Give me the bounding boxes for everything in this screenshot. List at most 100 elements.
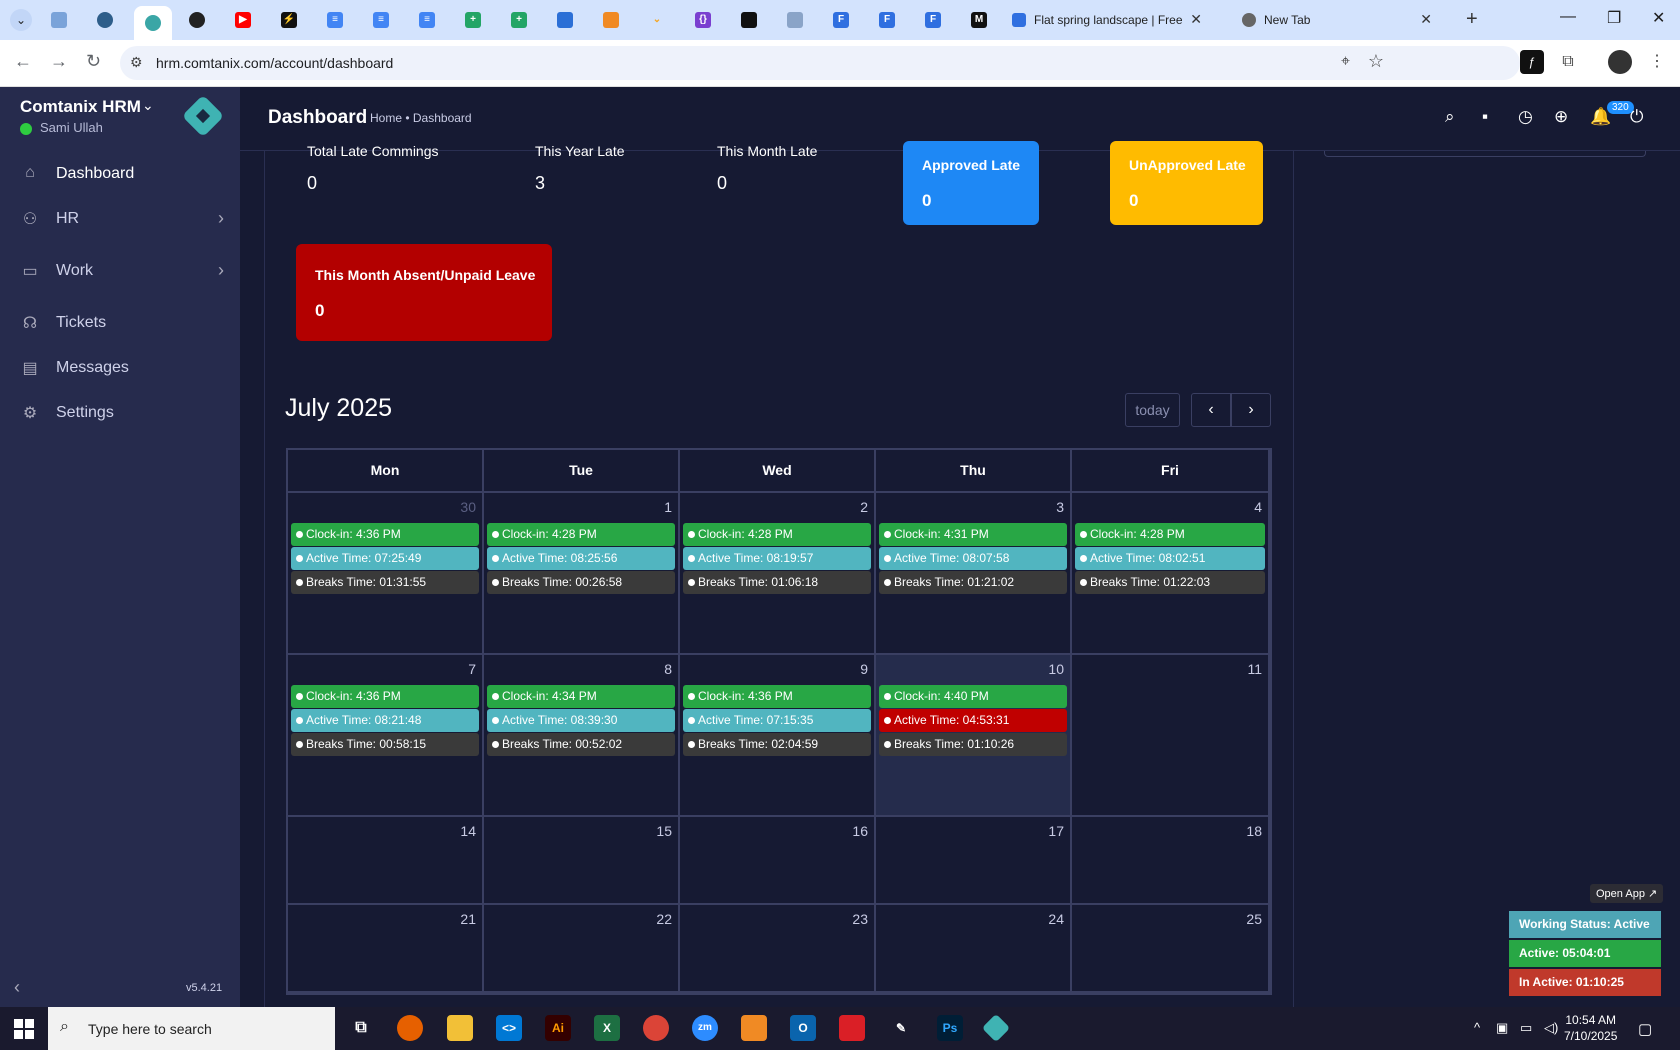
power-icon[interactable]: ⏻: [1630, 107, 1643, 127]
breaks-time-event[interactable]: Breaks Time: 01:06:18: [683, 571, 871, 594]
outlook-icon[interactable]: O: [790, 1015, 816, 1041]
pinned-tab[interactable]: [552, 8, 578, 32]
browser-tab[interactable]: Flat spring landscape | Free V ✕: [1004, 6, 1208, 34]
breaks-time-event[interactable]: Breaks Time: 00:58:15: [291, 733, 479, 756]
calendar-day-cell[interactable]: 24: [876, 905, 1072, 991]
open-app-button[interactable]: Open App ↗: [1590, 884, 1664, 903]
new-tab-icon[interactable]: +: [1466, 8, 1478, 31]
creative-cloud-icon[interactable]: [839, 1015, 865, 1041]
chrome-icon[interactable]: [643, 1015, 669, 1041]
active-time-event[interactable]: Active Time: 08:02:51: [1075, 547, 1265, 570]
windows-start-icon[interactable]: [14, 1019, 34, 1039]
reload-icon[interactable]: ↻: [86, 51, 101, 72]
calendar-day-cell[interactable]: 21: [288, 905, 484, 991]
collapse-sidebar-icon[interactable]: ‹: [14, 977, 20, 998]
back-icon[interactable]: ←: [14, 51, 32, 72]
clock-in-event[interactable]: Clock-in: 4:36 PM: [291, 685, 479, 708]
clock-icon[interactable]: ◷: [1518, 107, 1533, 127]
chevron-down-icon[interactable]: ⌄: [142, 97, 154, 114]
pinned-tab[interactable]: ≡: [322, 8, 348, 32]
pinned-tab[interactable]: [736, 8, 762, 32]
pinned-tab[interactable]: [92, 8, 118, 32]
file-explorer-icon[interactable]: [447, 1015, 473, 1041]
active-time-event[interactable]: Active Time: 07:15:35: [683, 709, 871, 732]
restore-icon[interactable]: ❐: [1607, 8, 1621, 28]
site-settings-icon[interactable]: ⚙: [130, 54, 143, 71]
tray-chevron-icon[interactable]: ^: [1474, 1020, 1480, 1035]
illustrator-icon[interactable]: Ai: [545, 1015, 571, 1041]
pinned-tab[interactable]: ⚡: [276, 8, 302, 32]
pinned-tab[interactable]: {}: [690, 8, 716, 32]
close-window-icon[interactable]: ✕: [1652, 8, 1665, 28]
photoshop-icon[interactable]: Ps: [937, 1015, 963, 1041]
active-time-event[interactable]: Active Time: 08:07:58: [879, 547, 1067, 570]
calendar-day-cell[interactable]: 15: [484, 817, 680, 903]
pinned-tab[interactable]: ▶: [230, 8, 256, 32]
pinned-tab[interactable]: [598, 8, 624, 32]
calendar-day-cell[interactable]: 22: [484, 905, 680, 991]
calendar-day-cell[interactable]: 17: [876, 817, 1072, 903]
task-view-icon[interactable]: ⧉: [348, 1015, 374, 1041]
firefox-icon[interactable]: [397, 1015, 423, 1041]
tray-device-icon[interactable]: ▣: [1496, 1020, 1508, 1036]
sidebar-item-messages[interactable]: ▤ Messages: [0, 348, 240, 388]
pinned-tab[interactable]: ≡: [414, 8, 440, 32]
active-tab[interactable]: [134, 6, 172, 40]
calendar-day-cell[interactable]: 23: [680, 905, 876, 991]
calendar-day-cell[interactable]: 14: [288, 817, 484, 903]
minimize-icon[interactable]: —: [1560, 8, 1576, 26]
tab-search-icon[interactable]: ⌄: [10, 9, 32, 31]
note-icon[interactable]: ▪: [1482, 107, 1488, 127]
breaks-time-event[interactable]: Breaks Time: 01:21:02: [879, 571, 1067, 594]
sidebar-item-tickets[interactable]: ☊ Tickets: [0, 303, 240, 343]
calendar-day-cell[interactable]: 3 Clock-in: 4:31 PM Active Time: 08:07:58 B…: [876, 493, 1072, 653]
excel-icon[interactable]: X: [594, 1015, 620, 1041]
calendar-day-cell[interactable]: 9 Clock-in: 4:36 PM Active Time: 07:15:35 B…: [680, 655, 876, 815]
forward-icon[interactable]: →: [50, 51, 68, 72]
calendar-day-cell[interactable]: 4 Clock-in: 4:28 PM Active Time: 08:02:51 B…: [1072, 493, 1270, 653]
clock-in-event[interactable]: Clock-in: 4:36 PM: [683, 685, 871, 708]
network-icon[interactable]: ▭: [1520, 1020, 1532, 1036]
notifications-icon[interactable]: ▢: [1638, 1020, 1652, 1038]
calendar-day-cell[interactable]: 2 Clock-in: 4:28 PM Active Time: 08:19:57 B…: [680, 493, 876, 653]
close-icon[interactable]: ✕: [1420, 11, 1432, 28]
calendar-day-cell[interactable]: 8 Clock-in: 4:34 PM Active Time: 08:39:30 B…: [484, 655, 680, 815]
breaks-time-event[interactable]: Breaks Time: 00:52:02: [487, 733, 675, 756]
clock-in-event[interactable]: Clock-in: 4:34 PM: [487, 685, 675, 708]
calendar-day-cell[interactable]: 11: [1072, 655, 1270, 815]
puzzle-icon[interactable]: ⧉: [1556, 50, 1580, 74]
pen-tool-icon[interactable]: ✎: [888, 1015, 914, 1041]
breaks-time-event[interactable]: Breaks Time: 00:26:58: [487, 571, 675, 594]
sidebar-item-work[interactable]: ▭ Work ›: [0, 251, 240, 291]
add-icon[interactable]: ⊕: [1554, 107, 1568, 127]
calendar-day-cell[interactable]: 25: [1072, 905, 1270, 991]
xampp-icon[interactable]: [741, 1015, 767, 1041]
pinned-tab[interactable]: M: [966, 8, 992, 32]
zoom-icon[interactable]: zm: [692, 1015, 718, 1041]
active-time-event[interactable]: Active Time: 04:53:31: [879, 709, 1067, 732]
approved-late-card[interactable]: Approved Late 0: [903, 141, 1039, 225]
clock-in-event[interactable]: Clock-in: 4:28 PM: [1075, 523, 1265, 546]
close-icon[interactable]: ✕: [1190, 11, 1202, 28]
clock-in-event[interactable]: Clock-in: 4:28 PM: [487, 523, 675, 546]
pinned-tab[interactable]: ≡: [368, 8, 394, 32]
pinned-tab[interactable]: F: [874, 8, 900, 32]
address-bar[interactable]: ⚙ hrm.comtanix.com/account/dashboard ⌖ ☆: [120, 46, 1520, 80]
today-button[interactable]: today: [1125, 393, 1180, 427]
prev-month-button[interactable]: ‹: [1191, 393, 1231, 427]
pinned-tab[interactable]: [46, 8, 72, 32]
pinned-tab[interactable]: ⌄: [644, 8, 670, 32]
next-month-button[interactable]: ›: [1231, 393, 1271, 427]
active-time-event[interactable]: Active Time: 08:21:48: [291, 709, 479, 732]
breaks-time-event[interactable]: Breaks Time: 01:10:26: [879, 733, 1067, 756]
menu-icon[interactable]: ⋮: [1645, 50, 1669, 74]
vscode-icon[interactable]: <>: [496, 1015, 522, 1041]
extension-icon[interactable]: ƒ: [1520, 50, 1544, 74]
calendar-day-cell[interactable]: 16: [680, 817, 876, 903]
sidebar-item-dashboard[interactable]: ⌂ Dashboard: [0, 154, 240, 194]
volume-icon[interactable]: ◁): [1544, 1020, 1558, 1036]
absent-card[interactable]: This Month Absent/Unpaid Leave 0: [296, 244, 552, 341]
active-time-event[interactable]: Active Time: 08:39:30: [487, 709, 675, 732]
clock-in-event[interactable]: Clock-in: 4:28 PM: [683, 523, 871, 546]
clock-in-event[interactable]: Clock-in: 4:31 PM: [879, 523, 1067, 546]
